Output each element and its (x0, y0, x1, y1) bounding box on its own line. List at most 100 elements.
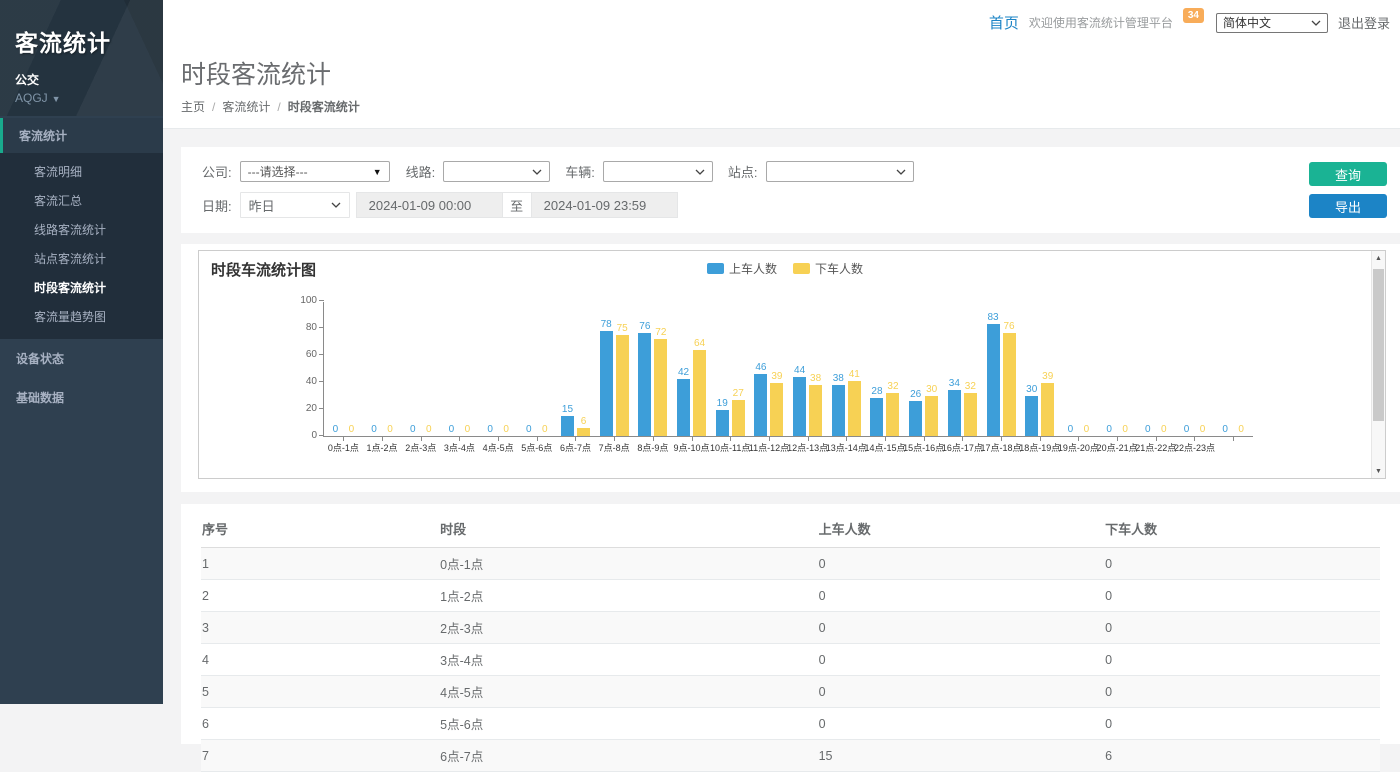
bar-group: 0021点-22点 (1136, 301, 1175, 436)
legend-item[interactable]: 下车人数 (793, 260, 863, 277)
breadcrumb-separator: / (277, 100, 280, 114)
bar (732, 400, 745, 436)
sidebar-subitem[interactable]: 站点客流统计 (0, 244, 163, 273)
chevron-down-icon (1311, 20, 1321, 26)
breadcrumb-home[interactable]: 主页 (181, 98, 205, 115)
scroll-up-icon[interactable]: ▲ (1372, 251, 1385, 265)
table-cell: 0 (1104, 612, 1380, 644)
scrollbar-thumb[interactable] (1373, 269, 1384, 421)
bar-value-label: 0 (1184, 424, 1190, 435)
breadcrumb-current: 时段客流统计 (288, 98, 360, 115)
breadcrumb-section[interactable]: 客流统计 (222, 98, 270, 115)
bar-column: 15 (561, 404, 574, 436)
legend-item[interactable]: 上车人数 (707, 260, 777, 277)
triangle-down-icon: ▼ (373, 167, 382, 177)
sidebar-subitem[interactable]: 线路客流统计 (0, 215, 163, 244)
table-cell: 0 (818, 612, 1104, 644)
table-cell: 0 (1104, 548, 1380, 580)
table-row: 43点-4点00 (201, 644, 1380, 676)
bar-value-label: 0 (465, 424, 471, 435)
bar-group: 42649点-10点 (672, 301, 711, 436)
bar-value-label: 44 (794, 365, 805, 376)
bar-value-label: 0 (1122, 424, 1128, 435)
notification-badge[interactable]: 34 (1183, 8, 1204, 23)
bar-value-label: 0 (1068, 424, 1074, 435)
bar-column: 0 (384, 424, 397, 436)
x-axis-label: 22点-23点 (1174, 441, 1215, 454)
bar-group: 001点-2点 (363, 301, 402, 436)
language-select[interactable]: 简体中文 (1216, 13, 1328, 33)
table-cell: 0 (1104, 676, 1380, 708)
bar-value-label: 76 (1003, 321, 1014, 332)
welcome-text: 欢迎使用客流统计管理平台 (1029, 14, 1173, 31)
bar-value-label: 30 (926, 384, 937, 395)
x-axis-label: 8点-9点 (637, 441, 668, 454)
user-dropdown[interactable]: AQGJ▼ (15, 91, 163, 105)
table-body: 10点-1点0021点-2点0032点-3点0043点-4点0054点-5点00… (201, 548, 1380, 772)
company-value: ---请选择--- (248, 163, 308, 180)
bar-group: 005点-6点 (517, 301, 556, 436)
sidebar-subitem[interactable]: 客流量趋势图 (0, 302, 163, 331)
bar (616, 335, 629, 436)
date-start-input[interactable]: 2024-01-09 00:00 (356, 192, 503, 218)
table-row: 54点-5点00 (201, 676, 1380, 708)
table-row: 76点-7点156 (201, 740, 1380, 772)
data-table-panel: 序号时段上车人数下车人数 10点-1点0021点-2点0032点-3点0043点… (181, 504, 1400, 744)
bar-group: 443812点-13点 (788, 301, 827, 436)
sidebar-subitem[interactable]: 客流汇总 (0, 186, 163, 215)
x-axis-label: 14点-15点 (864, 441, 905, 454)
logout-link[interactable]: 退出登录 (1338, 13, 1390, 32)
x-axis-label: 11点-12点 (749, 441, 789, 454)
sidebar-item-passenger-stats[interactable]: 客流统计 (0, 118, 163, 153)
bar-group: 78757点-8点 (595, 301, 634, 436)
export-button[interactable]: 导出 (1309, 194, 1387, 218)
bar (1003, 333, 1016, 436)
date-preset-select[interactable]: 昨日 (240, 192, 350, 218)
sidebar-item-base-data[interactable]: 基础数据 (0, 378, 163, 417)
bar-group: 303918点-19点 (1020, 301, 1059, 436)
bar-group: 283214点-15点 (866, 301, 905, 436)
bar-column: 0 (1141, 424, 1154, 436)
page-title: 时段客流统计 (181, 55, 1400, 91)
bar-group: 0023点-24点 (1214, 301, 1253, 436)
bar-group: 002点-3点 (401, 301, 440, 436)
table-cell: 3 (201, 612, 439, 644)
company-select[interactable]: ---请选择--- ▼ (240, 161, 390, 182)
legend-label: 上车人数 (729, 260, 777, 277)
scroll-down-icon[interactable]: ▼ (1372, 464, 1385, 478)
sidebar-subitem[interactable]: 客流明细 (0, 157, 163, 186)
bar-group: 76728点-9点 (634, 301, 673, 436)
bar-value-label: 0 (542, 424, 548, 435)
table-cell: 1 (201, 548, 439, 580)
date-end-input[interactable]: 2024-01-09 23:59 (531, 192, 678, 218)
line-select[interactable] (443, 161, 550, 182)
table-cell: 5 (201, 676, 439, 708)
vehicle-select[interactable] (603, 161, 713, 182)
bar-column: 0 (406, 424, 419, 436)
table-cell: 6点-7点 (439, 740, 817, 772)
query-button[interactable]: 查询 (1309, 162, 1387, 186)
table-cell: 2 (201, 580, 439, 612)
bar-column: 0 (500, 424, 513, 436)
bar-group: 384113点-14点 (827, 301, 866, 436)
y-axis-tick-label: 0 (311, 430, 317, 441)
table-cell: 4点-5点 (439, 676, 817, 708)
bar-column: 0 (1064, 424, 1077, 436)
sidebar-subitem[interactable]: 时段客流统计 (0, 273, 163, 302)
bar-value-label: 72 (655, 327, 666, 338)
chart-container[interactable]: 时段车流统计图 上车人数下车人数 020406080100000点-1点001点… (198, 250, 1386, 479)
table-cell: 0 (818, 676, 1104, 708)
sidebar-item-device-status[interactable]: 设备状态 (0, 339, 163, 378)
station-select[interactable] (766, 161, 914, 182)
bar-value-label: 32 (887, 381, 898, 392)
home-link[interactable]: 首页 (989, 12, 1019, 33)
bar (793, 377, 806, 436)
chart-legend: 上车人数下车人数 (199, 260, 1371, 277)
table-cell: 0 (818, 580, 1104, 612)
x-axis-label: 5点-6点 (521, 441, 552, 454)
bar-group: 0019点-20点 (1059, 301, 1098, 436)
bar (909, 401, 922, 436)
bar-group: 003点-4点 (440, 301, 479, 436)
bar-group: 004点-5点 (479, 301, 518, 436)
topbar: 首页 欢迎使用客流统计管理平台 34 简体中文 退出登录 (163, 0, 1400, 45)
